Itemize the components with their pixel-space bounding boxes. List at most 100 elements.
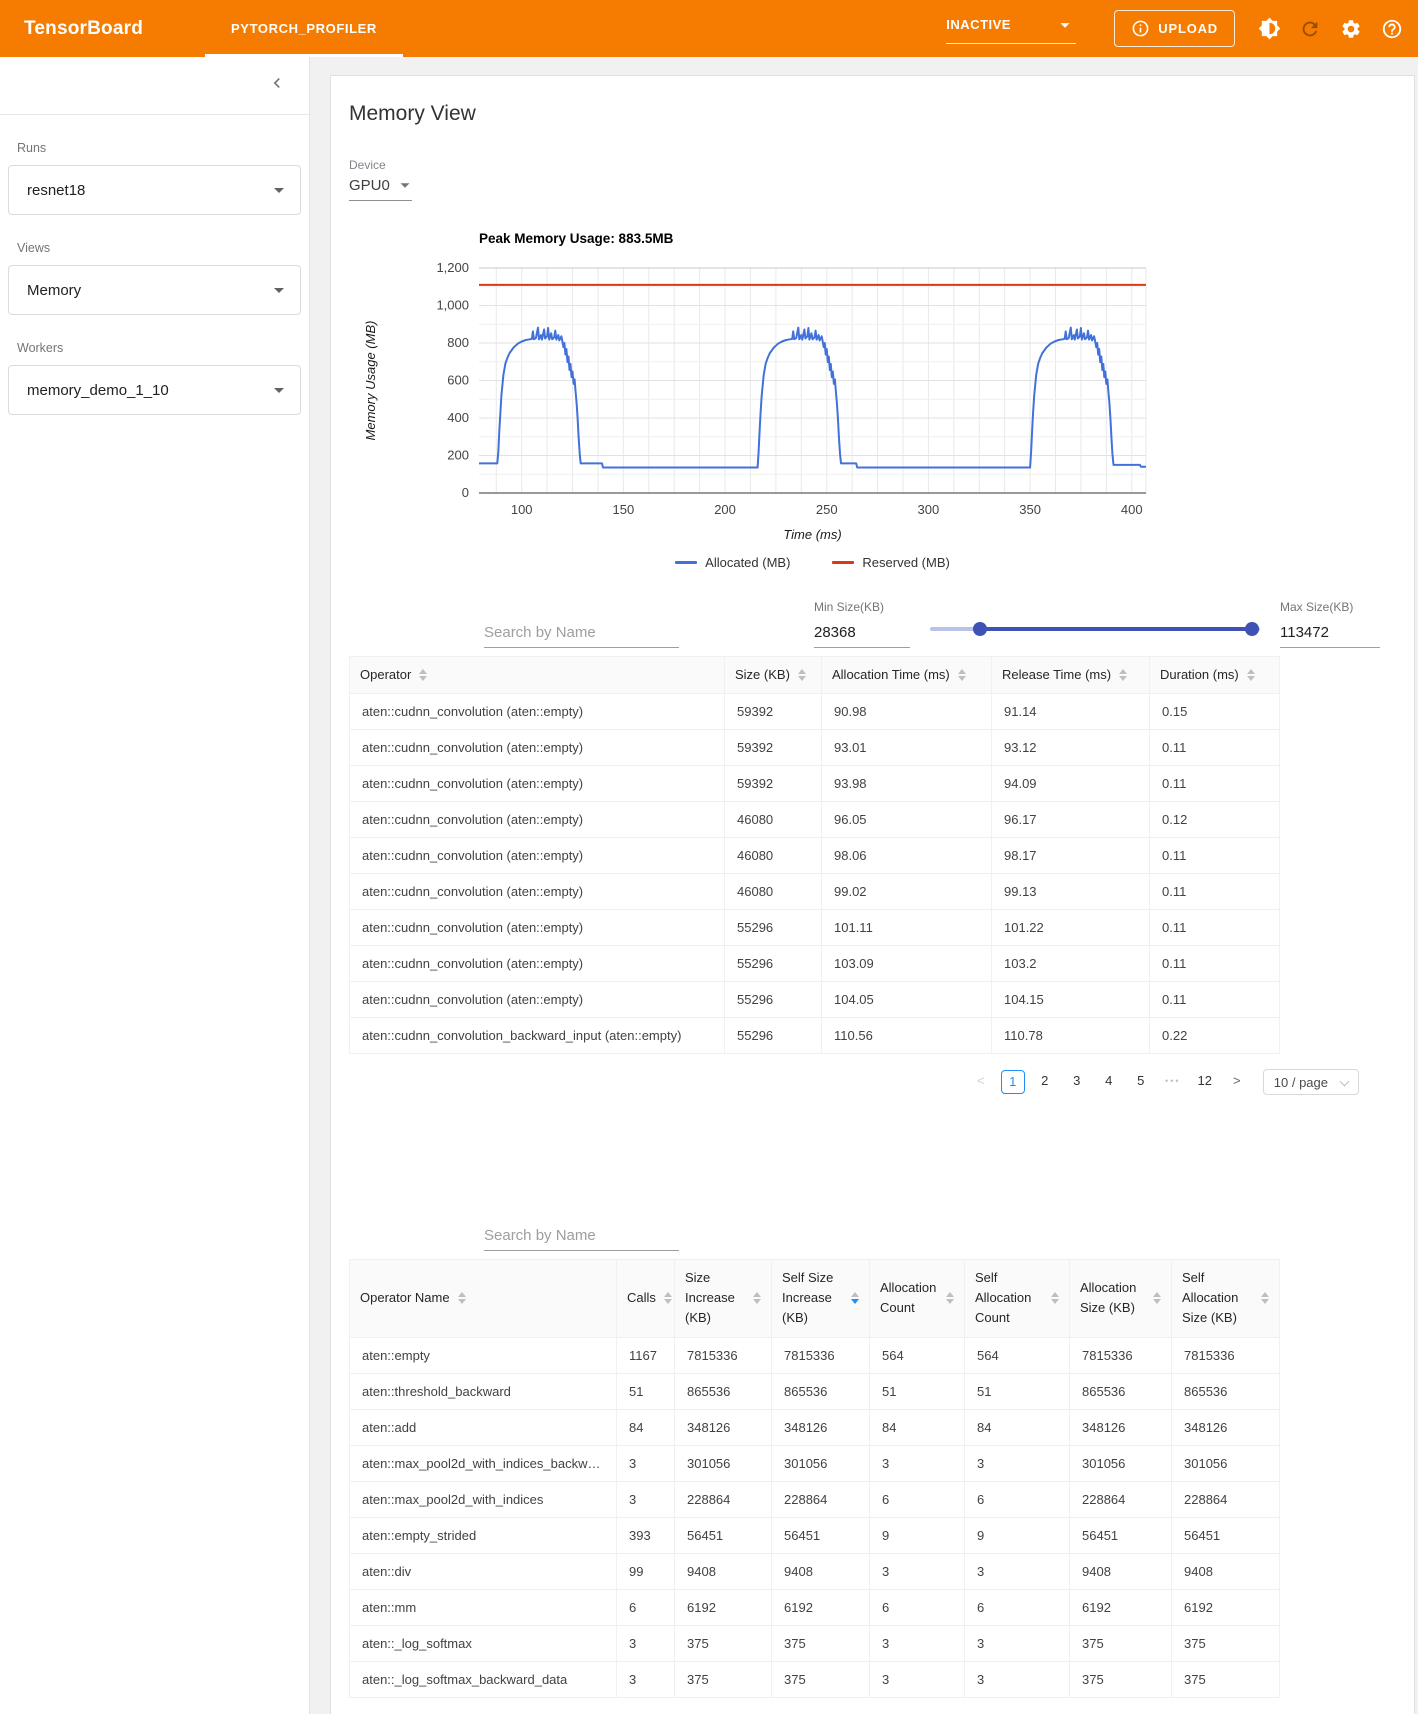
max-size-label: Max Size(KB) bbox=[1280, 600, 1354, 614]
pagination-next[interactable]: > bbox=[1225, 1070, 1249, 1094]
table-cell: 3 bbox=[964, 1552, 1070, 1590]
table-cell: 375 bbox=[771, 1660, 870, 1698]
column-header-release-time-ms[interactable]: Release Time (ms) bbox=[991, 655, 1150, 695]
table-cell: 393 bbox=[616, 1516, 675, 1554]
views-select[interactable]: Memory bbox=[8, 265, 301, 315]
memory-statistics-table: Operator Name Calls Size Increase (KB) Self… bbox=[349, 1259, 1280, 1698]
pagination-page-5[interactable]: 5 bbox=[1129, 1070, 1153, 1094]
device-select[interactable]: GPU0 bbox=[349, 172, 412, 201]
column-header-calls[interactable]: Calls bbox=[616, 1259, 675, 1338]
table-row: aten::empty 1167 7815336 7815336 564 564 78153… bbox=[349, 1336, 1280, 1374]
runs-select[interactable]: resnet18 bbox=[8, 165, 301, 215]
legend-item: Reserved (MB) bbox=[832, 555, 950, 570]
min-size-input[interactable] bbox=[814, 622, 910, 648]
table-cell: 6 bbox=[964, 1480, 1070, 1518]
pagination: <1 2 3 4 5 ••• 12 >10 / page bbox=[349, 1069, 1359, 1096]
collapse-sidebar-icon[interactable] bbox=[267, 73, 287, 98]
upload-button[interactable]: UPLOAD bbox=[1114, 10, 1235, 47]
table-cell: 865536 bbox=[1069, 1372, 1172, 1410]
table-cell: 375 bbox=[674, 1660, 772, 1698]
table-cell: 0.11 bbox=[1149, 873, 1280, 911]
help-icon[interactable] bbox=[1380, 17, 1404, 41]
table-row: aten::add 84 348126 348126 84 84 348126 348126 bbox=[349, 1408, 1280, 1446]
search-input[interactable] bbox=[484, 620, 679, 648]
table-cell: 9 bbox=[964, 1516, 1070, 1554]
column-header-allocation-time-ms[interactable]: Allocation Time (ms) bbox=[821, 655, 992, 695]
column-header-size-kb[interactable]: Size (KB) bbox=[724, 655, 822, 695]
column-label: Self Allocation Count bbox=[975, 1270, 1032, 1326]
pagination-prev[interactable]: < bbox=[969, 1070, 993, 1094]
table-cell: aten::threshold_backward bbox=[349, 1372, 617, 1410]
column-header-operator[interactable]: Operator bbox=[349, 655, 725, 695]
device-label: Device bbox=[349, 158, 386, 172]
workers-select[interactable]: memory_demo_1_10 bbox=[8, 365, 301, 415]
table-cell: 90.98 bbox=[821, 693, 992, 731]
table-cell: aten::cudnn_convolution (aten::empty) bbox=[349, 909, 725, 947]
table-cell: aten::cudnn_convolution (aten::empty) bbox=[349, 765, 725, 803]
search-input-2[interactable] bbox=[484, 1223, 679, 1252]
memory-events-table: Operator Size (KB) Allocation Time (ms) Rel… bbox=[349, 655, 1280, 1055]
table-row: aten::max_pool2d_with_indices 3 228864 2288… bbox=[349, 1480, 1280, 1518]
pagination-page-12[interactable]: 12 bbox=[1193, 1070, 1217, 1094]
dark-mode-icon[interactable] bbox=[1257, 17, 1281, 41]
table-cell: 51 bbox=[616, 1372, 675, 1410]
table-cell: 3 bbox=[869, 1552, 965, 1590]
max-size-input[interactable] bbox=[1280, 622, 1380, 648]
slider-handle-max[interactable] bbox=[1244, 622, 1259, 636]
page-size-value: 10 / page bbox=[1273, 1074, 1328, 1090]
sort-icon bbox=[1246, 669, 1255, 682]
column-label: Self Size Increase (KB) bbox=[782, 1270, 834, 1326]
table-row: aten::cudnn_convolution (aten::empty) 460… bbox=[349, 837, 1280, 875]
runs-value: resnet18 bbox=[27, 181, 86, 199]
table-cell: 0.11 bbox=[1149, 909, 1280, 947]
column-header-duration-ms[interactable]: Duration (ms) bbox=[1149, 655, 1280, 695]
table-cell: 9408 bbox=[1069, 1552, 1172, 1590]
settings-gear-icon[interactable] bbox=[1339, 17, 1363, 41]
table-cell: 228864 bbox=[771, 1480, 870, 1518]
table-row: aten::_log_softmax_backward_data 3 375 375 3… bbox=[349, 1660, 1280, 1698]
table-cell: aten::cudnn_convolution (aten::empty) bbox=[349, 837, 725, 875]
table-row: aten::cudnn_convolution (aten::empty) 593… bbox=[349, 693, 1280, 731]
column-header-self-allocation-count[interactable]: Self Allocation Count bbox=[964, 1259, 1070, 1338]
pagination-page-4[interactable]: 4 bbox=[1097, 1070, 1121, 1094]
pagination-page-2[interactable]: 2 bbox=[1033, 1070, 1057, 1094]
table-cell: 865536 bbox=[771, 1372, 870, 1410]
pagination-page-1[interactable]: 1 bbox=[1000, 1070, 1025, 1095]
column-header-self-size-increase-kb[interactable]: Self Size Increase (KB) bbox=[771, 1259, 870, 1338]
table-cell: aten::cudnn_convolution_backward_input (… bbox=[349, 1017, 725, 1055]
sort-icon bbox=[797, 669, 806, 682]
slider-handle-min[interactable] bbox=[972, 622, 987, 636]
table-cell: 103.09 bbox=[821, 945, 992, 983]
table-row: aten::cudnn_convolution (aten::empty) 460… bbox=[349, 801, 1280, 839]
table-cell: 59392 bbox=[724, 765, 822, 803]
allocated-series-line bbox=[479, 326, 1146, 469]
status-dropdown[interactable]: INACTIVE bbox=[946, 14, 1077, 44]
column-header-allocation-count[interactable]: Allocation Count bbox=[869, 1259, 965, 1338]
refresh-icon[interactable] bbox=[1298, 17, 1322, 41]
column-header-allocation-size-kb[interactable]: Allocation Size (KB) bbox=[1069, 1259, 1172, 1338]
table-cell: 6192 bbox=[1171, 1588, 1280, 1626]
chevron-down-icon bbox=[1339, 1076, 1350, 1087]
table-cell: 46080 bbox=[724, 837, 822, 875]
svg-text:200: 200 bbox=[714, 502, 736, 517]
table-cell: 101.22 bbox=[991, 909, 1150, 947]
table-cell: 3 bbox=[616, 1444, 675, 1482]
page-size-select[interactable]: 10 / page bbox=[1262, 1069, 1359, 1096]
tab-pytorch-profiler[interactable]: PYTORCH_PROFILER bbox=[205, 0, 403, 57]
column-header-operator-name[interactable]: Operator Name bbox=[349, 1259, 617, 1338]
size-range-slider[interactable] bbox=[930, 622, 1260, 636]
table-cell: 84 bbox=[964, 1408, 1070, 1446]
table-row: aten::cudnn_convolution (aten::empty) 460… bbox=[349, 873, 1280, 911]
table-cell: 865536 bbox=[1171, 1372, 1280, 1410]
column-header-self-allocation-size-kb[interactable]: Self Allocation Size (KB) bbox=[1171, 1259, 1280, 1338]
table-cell: 0.11 bbox=[1149, 729, 1280, 767]
pagination-ellipsis[interactable]: ••• bbox=[1161, 1070, 1185, 1094]
column-label: Calls bbox=[627, 1290, 656, 1306]
memory-usage-chart: 0 200 400 600 800 1,000 1,200 100 150 200 250 300 35… bbox=[363, 260, 1147, 542]
table-cell: 348126 bbox=[674, 1408, 772, 1446]
column-label: Allocation Count bbox=[880, 1280, 937, 1316]
table-cell: 51 bbox=[869, 1372, 965, 1410]
table-row: aten::div 99 9408 9408 3 3 9408 9408 bbox=[349, 1552, 1280, 1590]
pagination-page-3[interactable]: 3 bbox=[1065, 1070, 1089, 1094]
column-header-size-increase-kb[interactable]: Size Increase (KB) bbox=[674, 1259, 772, 1338]
